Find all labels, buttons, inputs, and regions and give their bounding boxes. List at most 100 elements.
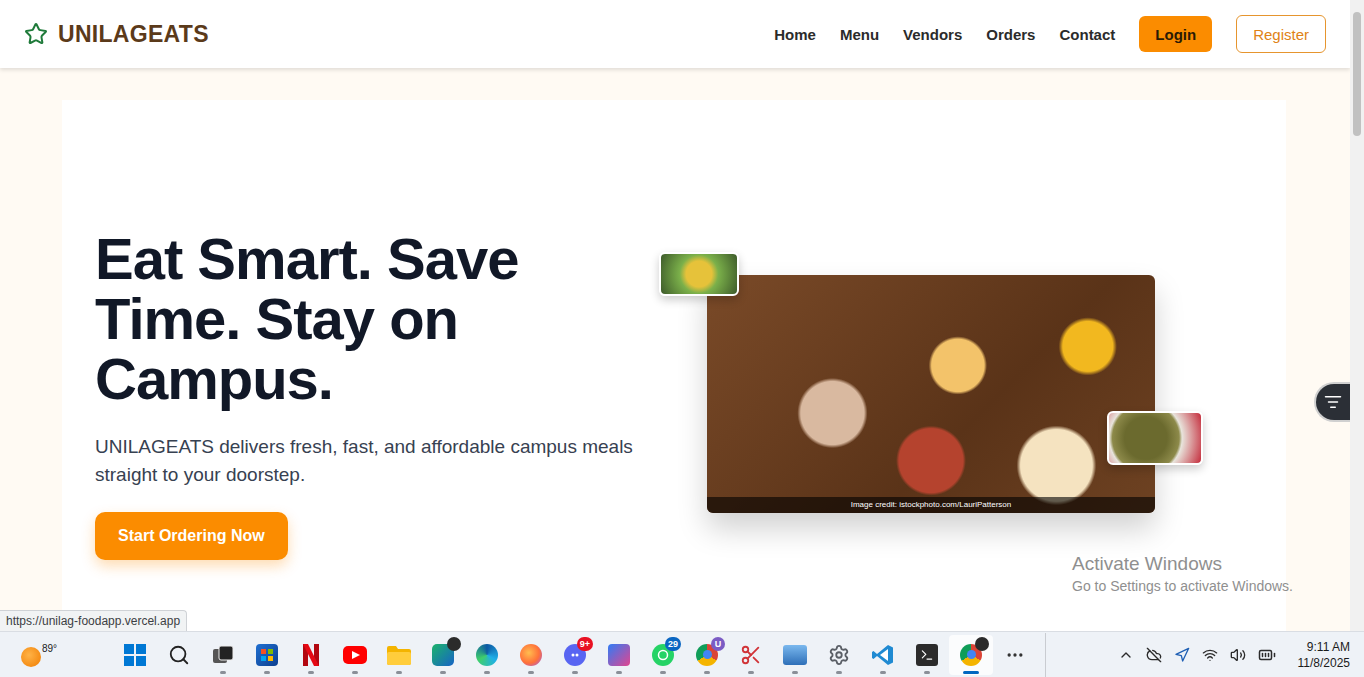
running-indicator — [308, 671, 314, 674]
clock-time: 9:11 AM — [1307, 639, 1350, 655]
settings-icon — [828, 644, 850, 666]
running-indicator — [616, 671, 622, 674]
taskbar-app[interactable] — [729, 635, 773, 675]
taskbar-app[interactable] — [377, 635, 421, 675]
running-indicator — [220, 671, 226, 674]
taskbar: 89° 9+ 29 U 9:11 AM11/8/2025 — [0, 631, 1364, 677]
status-url: https://unilag-foodapp.vercel.app — [0, 610, 187, 631]
youtube-icon — [343, 646, 367, 664]
screen: UNILAGEATS Home Menu Vendors Orders Contact Lo… — [0, 0, 1364, 677]
notification-badge: 9+ — [577, 637, 593, 651]
firefox-icon — [520, 644, 542, 666]
netflix-icon — [303, 644, 319, 666]
taskbar-app[interactable] — [201, 635, 245, 675]
running-indicator — [440, 671, 446, 674]
taskbar-app[interactable] — [333, 635, 377, 675]
taskbar-app[interactable] — [157, 635, 201, 675]
cloud-off-icon — [1146, 647, 1162, 663]
taskbar-app[interactable] — [905, 635, 949, 675]
scrollbar-thumb[interactable] — [1353, 12, 1361, 136]
running-indicator — [396, 671, 402, 674]
taskbar-app[interactable] — [861, 635, 905, 675]
taskbar-app[interactable]: U — [685, 635, 729, 675]
running-indicator — [880, 671, 886, 674]
hero-image: Image credit: istockphoto.com/LauriPatte… — [707, 275, 1155, 513]
taskbar-app[interactable]: 9+ — [553, 635, 597, 675]
login-button[interactable]: Login — [1139, 16, 1212, 52]
floating-menu-button[interactable] — [1314, 382, 1350, 422]
running-indicator — [528, 671, 534, 674]
wifi-icon — [1202, 647, 1218, 663]
ellipsis-icon — [1005, 645, 1025, 665]
running-indicator — [748, 671, 754, 674]
running-indicator — [572, 671, 578, 674]
taskbar-app[interactable] — [509, 635, 553, 675]
notification-badge: U — [711, 637, 725, 651]
hero-text: Eat Smart. Save Time. Stay on Campus. UNI… — [95, 229, 655, 560]
nav-link[interactable]: Home — [774, 26, 816, 43]
running-indicator — [352, 671, 358, 674]
taskbar-app[interactable] — [289, 635, 333, 675]
monitor-icon — [783, 645, 807, 665]
site-header: UNILAGEATS Home Menu Vendors Orders Contact Lo… — [0, 0, 1350, 68]
running-indicator — [704, 671, 710, 674]
taskbar-app[interactable] — [817, 635, 861, 675]
folder-icon — [387, 645, 411, 665]
main: Eat Smart. Save Time. Stay on Campus. UNI… — [0, 68, 1350, 631]
running-indicator — [836, 671, 842, 674]
volume-icon — [1230, 647, 1246, 663]
hero-subtitle: UNILAGEATS delivers fresh, fast, and aff… — [95, 433, 655, 489]
hero-card: Eat Smart. Save Time. Stay on Campus. UNI… — [62, 100, 1286, 631]
activation-watermark: Activate WindowsGo to Settings to activa… — [1072, 552, 1293, 596]
browser-viewport: UNILAGEATS Home Menu Vendors Orders Contact Lo… — [0, 0, 1364, 631]
nav-link[interactable]: Orders — [986, 26, 1035, 43]
hero-images: Image credit: istockphoto.com/LauriPatte… — [659, 252, 1203, 513]
logo[interactable]: UNILAGEATS — [24, 21, 209, 48]
store-icon — [256, 644, 278, 666]
notification-badge: 29 — [665, 637, 681, 651]
hero-title: Eat Smart. Save Time. Stay on Campus. — [95, 229, 575, 409]
vscode-icon — [872, 644, 894, 666]
nav-link[interactable]: Contact — [1059, 26, 1115, 43]
taskbar-app[interactable] — [949, 635, 993, 675]
taskbar-apps: 9+ 29 U — [113, 635, 1037, 675]
scrollbar[interactable] — [1350, 0, 1364, 631]
nav-link[interactable]: Vendors — [903, 26, 962, 43]
running-indicator — [963, 671, 979, 674]
taskbar-app[interactable] — [245, 635, 289, 675]
running-indicator — [792, 671, 798, 674]
running-indicator — [264, 671, 270, 674]
watermark-title: Activate Windows — [1072, 552, 1293, 576]
location-icon — [1174, 647, 1190, 663]
running-indicator — [924, 671, 930, 674]
page: UNILAGEATS Home Menu Vendors Orders Contact Lo… — [0, 0, 1350, 631]
clock[interactable]: 9:11 AM11/8/2025 — [1298, 639, 1351, 671]
main-nav: Home Menu Vendors Orders Contact Login Registe… — [774, 15, 1326, 53]
search-icon — [168, 644, 190, 666]
taskbar-app[interactable] — [597, 635, 641, 675]
windows-icon — [124, 644, 146, 666]
sun-icon — [21, 647, 41, 667]
terminal-icon — [916, 644, 938, 666]
app-icon — [608, 644, 630, 666]
register-button[interactable]: Register — [1236, 15, 1326, 53]
taskbar-app[interactable] — [113, 635, 157, 675]
system-tray: 9:11 AM11/8/2025 — [1118, 639, 1364, 671]
running-indicator — [660, 671, 666, 674]
weather-widget[interactable]: 89° — [0, 643, 113, 667]
running-indicator — [484, 671, 490, 674]
image-credit: Image credit: istockphoto.com/LauriPatte… — [707, 497, 1155, 513]
taskbar-app[interactable] — [421, 635, 465, 675]
list-icon — [1324, 393, 1342, 411]
nav-link[interactable]: Menu — [840, 26, 879, 43]
watermark-subtitle: Go to Settings to activate Windows. — [1072, 576, 1293, 596]
taskbar-app[interactable] — [465, 635, 509, 675]
taskbar-app[interactable] — [773, 635, 817, 675]
more-apps[interactable] — [993, 635, 1037, 675]
thumbnail-image — [1107, 411, 1203, 465]
taskbar-app[interactable]: 29 — [641, 635, 685, 675]
snipping-tool-icon — [740, 644, 762, 666]
edge-icon — [476, 644, 498, 666]
start-ordering-button[interactable]: Start Ordering Now — [95, 512, 288, 560]
notification-badge — [447, 637, 461, 651]
